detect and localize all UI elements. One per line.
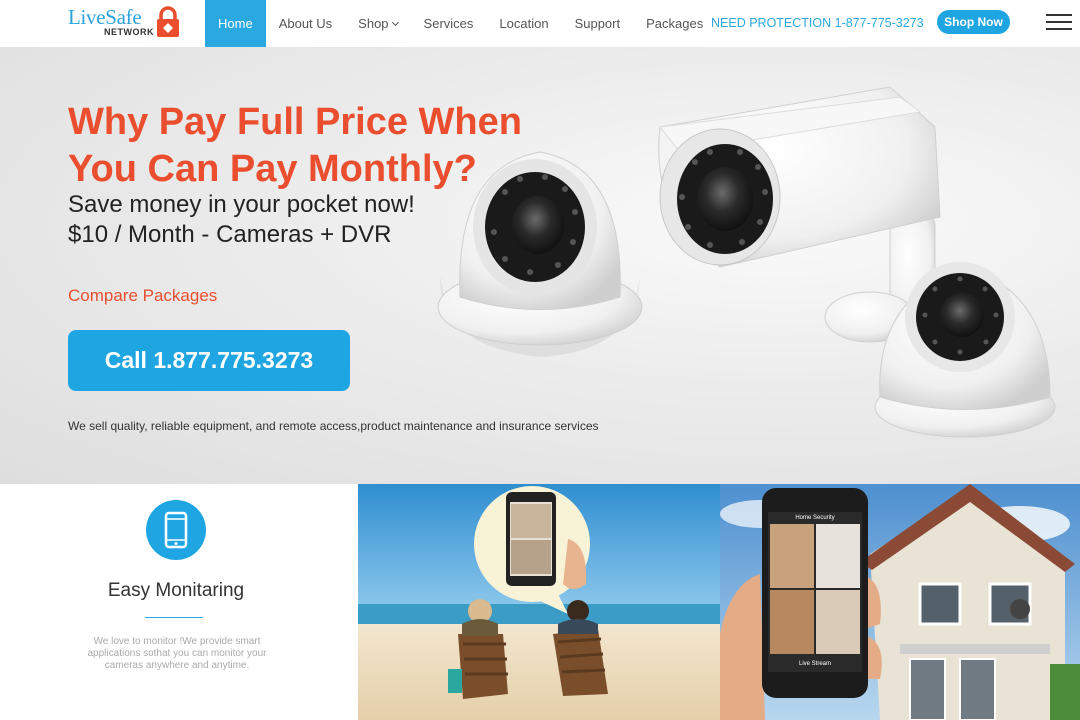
phone-screen-footer: Live Stream: [799, 661, 831, 667]
nav-about-us[interactable]: About Us: [266, 0, 345, 47]
hero-price-line: $10 / Month - Cameras + DVR: [68, 221, 392, 248]
nav-services-label: Services: [423, 16, 474, 31]
nav-shop-label: Shop: [358, 16, 389, 31]
shop-now-button[interactable]: Shop Now: [937, 10, 1010, 34]
padlock-icon: [157, 6, 179, 37]
hero-description: We sell quality, reliable equipment, and…: [68, 419, 599, 433]
hero-headline: Why Pay Full Price When You Can Pay Mont…: [68, 101, 522, 190]
nav-home[interactable]: Home: [205, 0, 266, 47]
home-monitoring-photo: Home Security Live Stream: [720, 484, 1080, 720]
hero-banner: Why Pay Full Price When You Can Pay Mont…: [0, 47, 1080, 484]
nav-support-label: Support: [574, 16, 621, 31]
nav-packages-label: Packages: [646, 16, 704, 31]
top-navigation-bar: LiveSafe NETWORK Home About Us Shop Serv…: [0, 0, 1080, 47]
hero-subheading: Save money in your pocket now! $10 / Mon…: [68, 190, 415, 250]
feature-description: We love to monitor !We provide smart app…: [87, 636, 267, 671]
chevron-down-icon: [391, 18, 399, 26]
nav-packages[interactable]: Packages: [633, 0, 716, 47]
logo-subtitle: NETWORK: [104, 27, 154, 37]
hamburger-icon[interactable]: [1046, 12, 1072, 32]
protection-phone-link[interactable]: NEED PROTECTION 1-877-775-3273: [711, 16, 924, 30]
mobile-phone-icon: [146, 500, 206, 560]
nav-location[interactable]: Location: [486, 0, 561, 47]
easy-monitoring-feature: Easy Monitaring We love to monitor !We p…: [0, 484, 358, 720]
beach-monitoring-photo: [358, 484, 720, 720]
main-nav: Home About Us Shop Services Location Sup…: [205, 0, 716, 47]
nav-location-label: Location: [499, 16, 549, 31]
feature-divider: [145, 617, 203, 618]
hero-savings-line: Save money in your pocket now!: [68, 191, 415, 218]
compare-packages-link[interactable]: Compare Packages: [68, 286, 217, 306]
nav-services[interactable]: Services: [411, 0, 487, 47]
nav-about-us-label: About Us: [278, 16, 333, 31]
nav-home-label: Home: [218, 16, 253, 31]
feature-title: Easy Monitaring: [107, 580, 245, 601]
call-button[interactable]: Call 1.877.775.3273: [68, 330, 350, 391]
livesafe-logo[interactable]: LiveSafe NETWORK: [68, 5, 183, 41]
nav-shop[interactable]: Shop: [345, 0, 410, 47]
phone-screen-title: Home Security: [795, 515, 834, 521]
nav-support[interactable]: Support: [562, 0, 634, 47]
